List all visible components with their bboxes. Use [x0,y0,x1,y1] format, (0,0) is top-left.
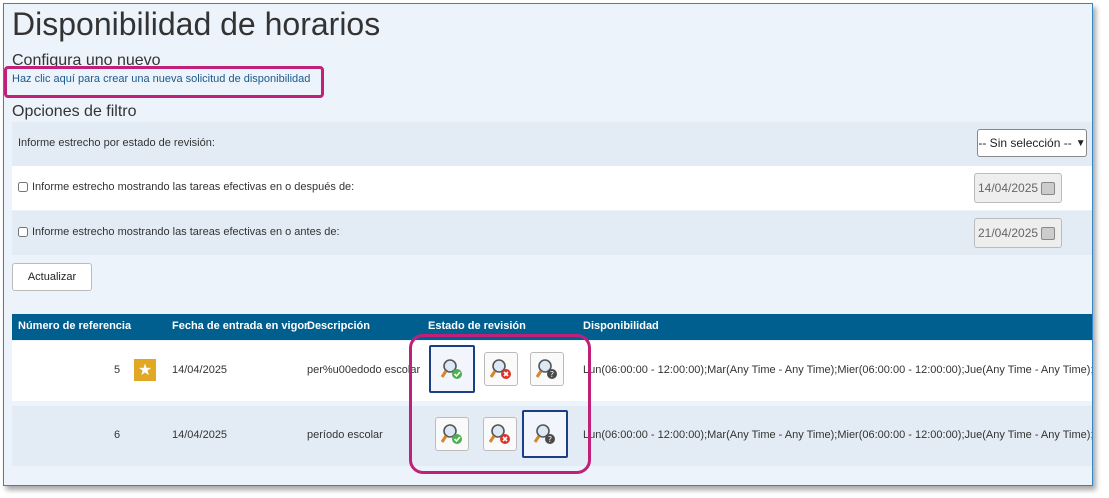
header-description: Descripción [307,320,370,332]
before-date-value: 21/04/2025 [978,226,1039,240]
highlight-box-link [4,66,324,98]
star-icon: ★ [134,359,156,381]
filter-row-review-status: Informe estrecho por estado de revisión:… [12,122,1092,166]
calendar-icon[interactable] [1041,182,1055,195]
filter-row-before-date: Informe estrecho mostrando las tareas ef… [12,211,1092,255]
page-title: Disponibilidad de horarios [12,6,381,42]
before-date-label: Informe estrecho mostrando las tareas ef… [32,226,340,238]
ref-number: 5 [114,364,121,376]
availability: Lun(06:00:00 - 12:00:00);Mar(Any Time - … [583,429,1093,441]
review-status-value: -- Sin selección -- [978,136,1072,150]
review-status-label: Informe estrecho por estado de revisión: [18,137,215,149]
header-date: Fecha de entrada en vigor [172,320,309,332]
ref-number: 6 [114,429,121,441]
availability: Lun(06:00:00 - 12:00:00);Mar(Any Time - … [583,364,1093,376]
header-review-status: Estado de revisión [428,320,526,332]
description: per%u00edodo escolar [307,364,421,376]
highlight-box-status [409,334,591,474]
filter-heading: Opciones de filtro [12,103,137,120]
app-window: Disponibilidad de horarios Configura uno… [3,3,1093,486]
before-date-field[interactable]: 21/04/2025 [974,218,1062,248]
after-date-value: 14/04/2025 [978,181,1039,195]
filter-row-after-date: Informe estrecho mostrando las tareas ef… [12,166,1092,210]
after-date-field[interactable]: 14/04/2025 [974,173,1062,203]
after-date-label: Informe estrecho mostrando las tareas ef… [32,181,355,193]
update-button[interactable]: Actualizar [12,263,92,291]
effective-date: 14/04/2025 [172,429,228,441]
before-date-checkbox[interactable] [18,227,28,237]
effective-date: 14/04/2025 [172,364,228,376]
after-date-checkbox[interactable] [18,182,28,192]
description: período escolar [307,429,383,441]
calendar-icon[interactable] [1041,227,1055,240]
review-status-select[interactable]: -- Sin selección -- ▼ [977,129,1087,157]
header-availability: Disponibilidad [583,320,659,332]
chevron-down-icon: ▼ [1075,137,1086,149]
header-ref: Número de referencia [18,320,132,332]
